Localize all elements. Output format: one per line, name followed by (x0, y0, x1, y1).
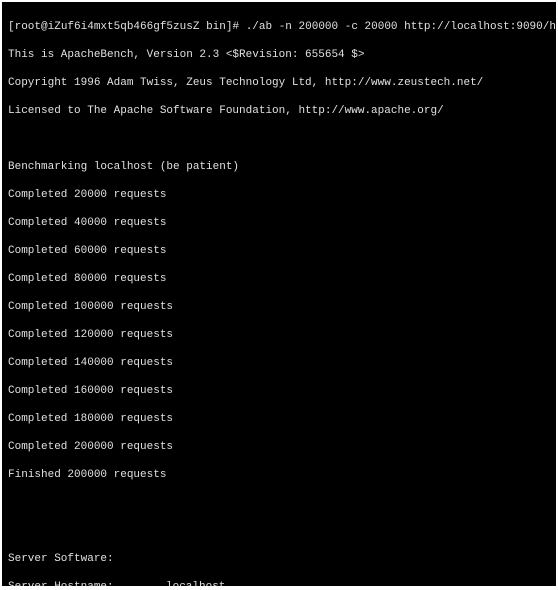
progress-line: Completed 20000 requests (8, 188, 550, 202)
progress-line: Finished 200000 requests (8, 468, 550, 482)
terminal-output[interactable]: [root@iZuf6i4mxt5qb466gf5zusZ bin]# ./ab… (2, 2, 556, 586)
blank (8, 496, 550, 510)
ab-license: Licensed to The Apache Software Foundati… (8, 104, 550, 118)
value: localhost (166, 580, 225, 586)
progress-line: Completed 160000 requests (8, 384, 550, 398)
progress-line: Completed 100000 requests (8, 300, 550, 314)
ab-version: This is ApacheBench, Version 2.3 <$Revis… (8, 48, 550, 62)
blank (8, 524, 550, 538)
label: Server Hostname: (8, 580, 166, 586)
progress-line: Completed 120000 requests (8, 328, 550, 342)
progress-line: Completed 140000 requests (8, 356, 550, 370)
progress-line: Completed 60000 requests (8, 244, 550, 258)
cwd: bin (206, 21, 226, 33)
benchmarking-line: Benchmarking localhost (be patient) (8, 160, 550, 174)
blank (8, 132, 550, 146)
server-hostname: Server Hostname:localhost (8, 580, 550, 586)
progress-line: Completed 80000 requests (8, 272, 550, 286)
progress-line: Completed 180000 requests (8, 412, 550, 426)
prompt-symbol: # (232, 21, 239, 33)
command-text: ./ab -n 200000 -c 20000 http://localhost… (246, 21, 556, 33)
progress-line: Completed 200000 requests (8, 440, 550, 454)
prompt-line: [root@iZuf6i4mxt5qb466gf5zusZ bin]# ./ab… (8, 20, 550, 34)
ab-copyright: Copyright 1996 Adam Twiss, Zeus Technolo… (8, 76, 550, 90)
progress-line: Completed 40000 requests (8, 216, 550, 230)
user-host: root@iZuf6i4mxt5qb466gf5zusZ (15, 21, 200, 33)
server-software: Server Software: (8, 552, 550, 566)
label: Server Software: (8, 552, 166, 566)
